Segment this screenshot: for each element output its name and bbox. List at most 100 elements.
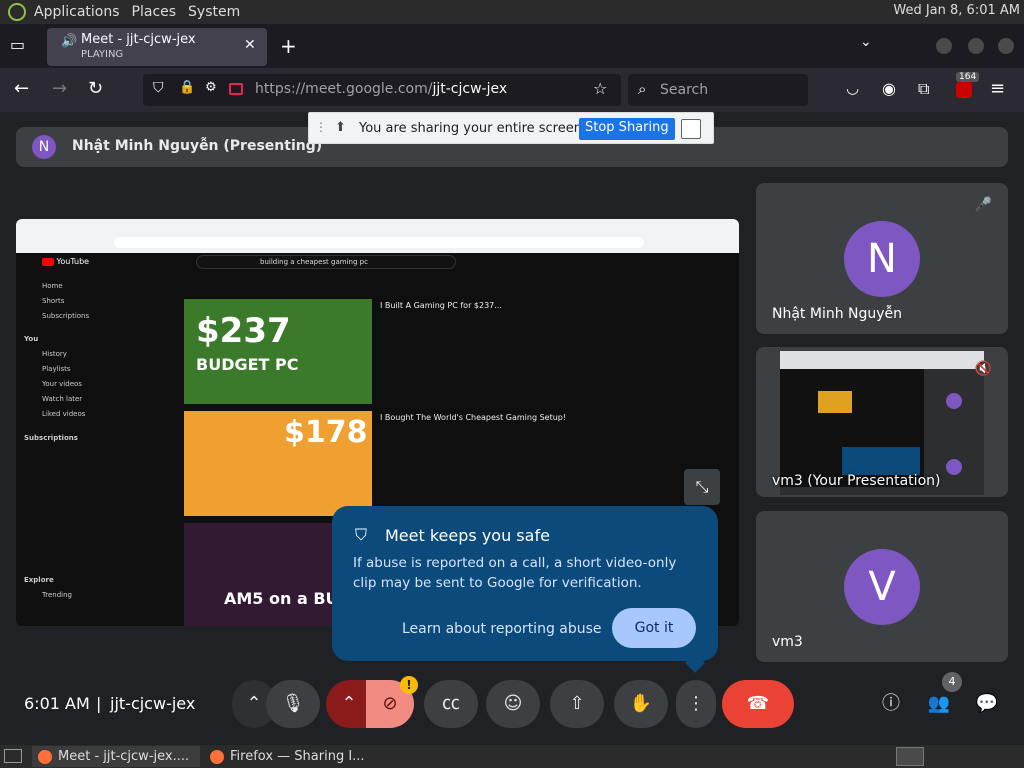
window-maximize-button[interactable]: [968, 38, 984, 54]
speaker-icon[interactable]: 🔊: [61, 34, 77, 49]
shared-yt-search-text: building a cheapest gaming pc: [260, 258, 368, 266]
search-icon: ⌕: [638, 80, 647, 98]
tab-meet[interactable]: 🔊 Meet - jjt-cjcw-jex PLAYING ✕: [47, 28, 267, 66]
lock-icon[interactable]: 🔒: [179, 80, 195, 95]
mic-off-icon: 🎤: [974, 197, 992, 213]
present-button[interactable]: ⇧: [550, 680, 604, 728]
chevron-down-icon[interactable]: ⌄: [860, 34, 872, 50]
raise-hand-button[interactable]: ✋: [614, 680, 668, 728]
participant-name: Nhật Minh Nguyễn: [772, 306, 903, 322]
screen-share-indicator-icon[interactable]: [229, 83, 243, 95]
taskbar: Meet - jjt-cjcw-jex.... Firefox — Sharin…: [0, 745, 1024, 768]
tab-bar: ▭ 🔊 Meet - jjt-cjcw-jex PLAYING ✕ + ⌄: [0, 24, 1024, 68]
shield-icon[interactable]: ⛉: [153, 80, 164, 96]
permissions-icon[interactable]: ⚙: [205, 80, 217, 95]
end-call-button[interactable]: ☎: [722, 680, 794, 728]
presenter-name: Nhật Minh Nguyễn (Presenting): [72, 138, 323, 154]
shared-sidebar-item: Shorts: [42, 297, 65, 305]
pocket-icon[interactable]: ◡: [846, 79, 859, 97]
panel-clock[interactable]: Wed Jan 8, 6:01 AM: [893, 3, 1020, 18]
learn-reporting-link[interactable]: Learn about reporting abuse: [402, 621, 602, 637]
thumb-price-2: $178: [284, 415, 368, 450]
back-icon[interactable]: ←: [14, 78, 29, 99]
firefox-icon: [38, 750, 52, 764]
menu-system[interactable]: System: [188, 4, 240, 20]
distro-logo-icon[interactable]: [8, 3, 26, 21]
shared-sidebar-item: Explore: [24, 576, 54, 584]
shared-youtube-logo: YouTube: [42, 257, 89, 266]
nav-bar: ← → ↻ ⛉ 🔒 ⚙ https://meet.google.com/jjt-…: [0, 68, 1024, 112]
preview-popup: [842, 447, 920, 475]
extensions-icon[interactable]: ⧉: [918, 79, 929, 99]
bookmark-star-icon[interactable]: ☆: [593, 79, 607, 98]
hamburger-menu-icon[interactable]: ≡: [990, 78, 1005, 99]
search-placeholder: Search: [660, 82, 709, 98]
close-tab-icon[interactable]: ✕: [244, 37, 256, 53]
account-icon[interactable]: ◉: [882, 79, 896, 98]
popup-arrow: [685, 653, 705, 673]
popup-title: Meet keeps you safe: [385, 526, 550, 545]
search-bar[interactable]: ⌕ Search: [628, 74, 808, 106]
new-tab-icon[interactable]: +: [280, 34, 297, 58]
shared-url-bar: [114, 237, 644, 248]
stop-sharing-button[interactable]: Stop Sharing: [579, 118, 675, 140]
ublock-icon[interactable]: [956, 82, 972, 98]
thumb-sub-1: BUDGET PC: [196, 355, 299, 374]
shared-sidebar-item: History: [42, 350, 67, 358]
participant-tile-presentation[interactable]: 🔇 vm3 (Your Presentation): [756, 347, 1008, 497]
screen-sharing-banner: ⋮ ⬆ You are sharing your entire screen. …: [308, 112, 714, 144]
reload-icon[interactable]: ↻: [88, 78, 103, 99]
menu-places[interactable]: Places: [132, 4, 177, 20]
presenter-avatar: N: [32, 135, 56, 159]
shield-icon: ⛉: [355, 525, 368, 544]
taskbar-item-meet[interactable]: Meet - jjt-cjcw-jex....: [32, 746, 200, 767]
menu-applications[interactable]: Applications: [34, 4, 120, 20]
url-text[interactable]: https://meet.google.com/jjt-cjcw-jex: [255, 81, 507, 97]
shared-video-thumb-1: $237 BUDGET PC: [184, 299, 372, 404]
chat-button[interactable]: 💬: [962, 680, 1012, 728]
url-path: jjt-cjcw-jex: [432, 81, 508, 97]
tab-status: PLAYING: [81, 49, 124, 60]
workspace-switcher[interactable]: [896, 747, 924, 766]
taskbar-item-firefox-sharing[interactable]: Firefox — Sharing I...: [204, 746, 372, 767]
shared-sidebar-item: Watch later: [42, 395, 83, 403]
captions-button[interactable]: ㏄: [424, 680, 478, 728]
popup-body: If abuse is reported on a call, a short …: [353, 555, 677, 591]
participant-avatar: N: [844, 221, 920, 297]
shared-sidebar-item: Your videos: [42, 380, 82, 388]
preview-avatar-n: [946, 393, 962, 409]
shared-sidebar-item: Liked videos: [42, 410, 86, 418]
top-panel: Applications Places System Wed Jan 8, 6:…: [0, 0, 1024, 24]
shared-video-title-2: I Bought The World's Cheapest Gaming Set…: [380, 413, 567, 422]
participant-tile[interactable]: 🎤 N Nhật Minh Nguyễn: [756, 183, 1008, 334]
shared-yt-sidebar: Home Shorts Subscriptions You History Pl…: [24, 279, 104, 599]
shared-video-thumb-2: $178: [184, 411, 372, 516]
participant-tile[interactable]: V vm3: [756, 511, 1008, 662]
show-desktop-icon[interactable]: [4, 749, 22, 763]
shared-video-title-1: I Built A Gaming PC for $237...: [380, 301, 502, 310]
tab-list-icon[interactable]: ▭: [10, 35, 25, 54]
hide-banner-button[interactable]: [681, 119, 701, 139]
shared-sidebar-item: Playlists: [42, 365, 71, 373]
url-host: https://meet.google.com/: [255, 81, 433, 97]
got-it-button[interactable]: Got it: [612, 608, 696, 648]
participant-avatar: V: [844, 549, 920, 625]
fullscreen-exit-icon[interactable]: ⤡: [684, 469, 720, 505]
reactions-button[interactable]: ☺: [486, 680, 540, 728]
drag-handle-icon[interactable]: ⋮: [315, 120, 327, 134]
mic-button[interactable]: 🎙: [266, 680, 320, 728]
window-close-button[interactable]: [998, 38, 1014, 54]
forward-icon[interactable]: →: [52, 78, 67, 99]
camera-alert-badge: !: [400, 676, 418, 694]
people-count-badge: 4: [942, 672, 962, 692]
url-bar[interactable]: ⛉ 🔒 ⚙ https://meet.google.com/jjt-cjcw-j…: [143, 74, 621, 106]
sharing-message: You are sharing your entire screen.: [359, 121, 587, 136]
shared-sidebar-item: Trending: [42, 591, 72, 599]
more-options-button[interactable]: ⋮: [676, 680, 716, 728]
participant-name: vm3: [772, 634, 803, 650]
window-minimize-button[interactable]: [936, 38, 952, 54]
firefox-icon: [210, 750, 224, 764]
shared-sidebar-item: Home: [42, 282, 63, 290]
shared-sidebar-item: Subscriptions: [42, 312, 90, 320]
meeting-info-button[interactable]: ⓘ: [866, 680, 916, 728]
